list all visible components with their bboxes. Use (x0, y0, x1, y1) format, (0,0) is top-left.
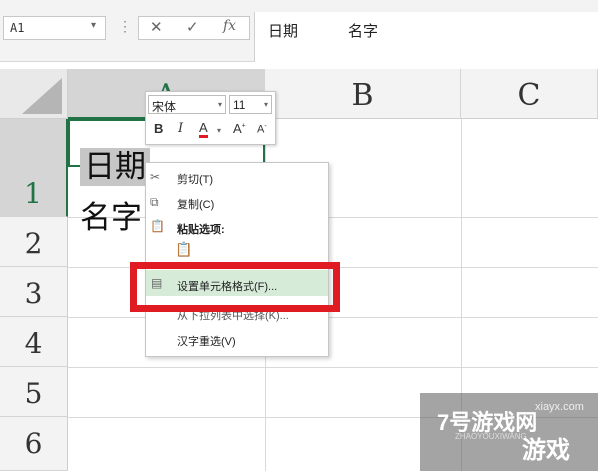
cell-a1-text-line2: 名字 (80, 200, 142, 236)
column-header-b[interactable]: B (265, 69, 461, 119)
formula-text-date: 日期 (268, 23, 299, 40)
column-header-c[interactable]: C (461, 69, 598, 119)
more-options-icon[interactable]: ⋮ (118, 18, 132, 35)
menu-item-copy[interactable]: 复制(C) (177, 196, 214, 212)
watermark-label: 游戏 (522, 437, 570, 464)
font-name-select[interactable]: 宋体 ▾ (148, 95, 226, 114)
context-menu (145, 162, 329, 357)
paste-icon: 📋 (150, 219, 165, 233)
italic-button[interactable]: I (178, 121, 183, 136)
bold-button[interactable]: B (154, 121, 163, 136)
insert-function-button[interactable]: fx (223, 18, 236, 34)
select-all-triangle-icon (22, 78, 62, 114)
font-size-value: 11 (233, 98, 246, 112)
font-size-select[interactable]: 11 ▾ (229, 95, 272, 114)
row-header-5[interactable]: 5 (0, 367, 68, 417)
confirm-edit-button[interactable]: ✓ (186, 18, 199, 36)
shrink-font-button[interactable]: A- (257, 123, 267, 136)
grow-font-button[interactable]: A+ (233, 121, 246, 136)
watermark-site: xiayx.com (535, 401, 584, 413)
formula-input[interactable] (254, 12, 598, 62)
scissors-icon: ✂ (150, 170, 161, 184)
row-header-6[interactable]: 6 (0, 417, 68, 471)
menu-item-hanzi-reselect[interactable]: 汉字重选(V) (177, 333, 236, 349)
font-name-value: 宋体 (152, 100, 177, 114)
row-header-4[interactable]: 4 (0, 317, 68, 367)
font-color-dropdown-icon[interactable]: ▾ (217, 126, 221, 135)
row-header-2[interactable]: 2 (0, 217, 68, 267)
row-header-1[interactable]: 1 (0, 119, 68, 217)
gridline (68, 367, 598, 368)
font-size-dropdown-icon: ▾ (263, 100, 268, 109)
copy-icon: ⧉ (150, 195, 159, 209)
highlight-annotation-box (130, 262, 340, 312)
formula-text-name: 名字 (348, 23, 379, 40)
font-name-dropdown-icon: ▾ (217, 100, 222, 109)
menu-item-cut[interactable]: 剪切(T) (177, 171, 213, 187)
name-box-dropdown-icon[interactable]: ▾ (91, 20, 96, 31)
watermark-pinyin: ZHAOYOUXIWANG (455, 432, 527, 441)
menu-heading-paste-options: 粘贴选项: (177, 224, 225, 236)
cancel-edit-button[interactable]: ✕ (150, 18, 163, 36)
paste-option-icon[interactable]: 📋 (175, 241, 192, 258)
row-header-3[interactable]: 3 (0, 267, 68, 317)
font-color-button[interactable]: A (199, 121, 208, 138)
cell-a1-text: 日期 (80, 148, 150, 186)
